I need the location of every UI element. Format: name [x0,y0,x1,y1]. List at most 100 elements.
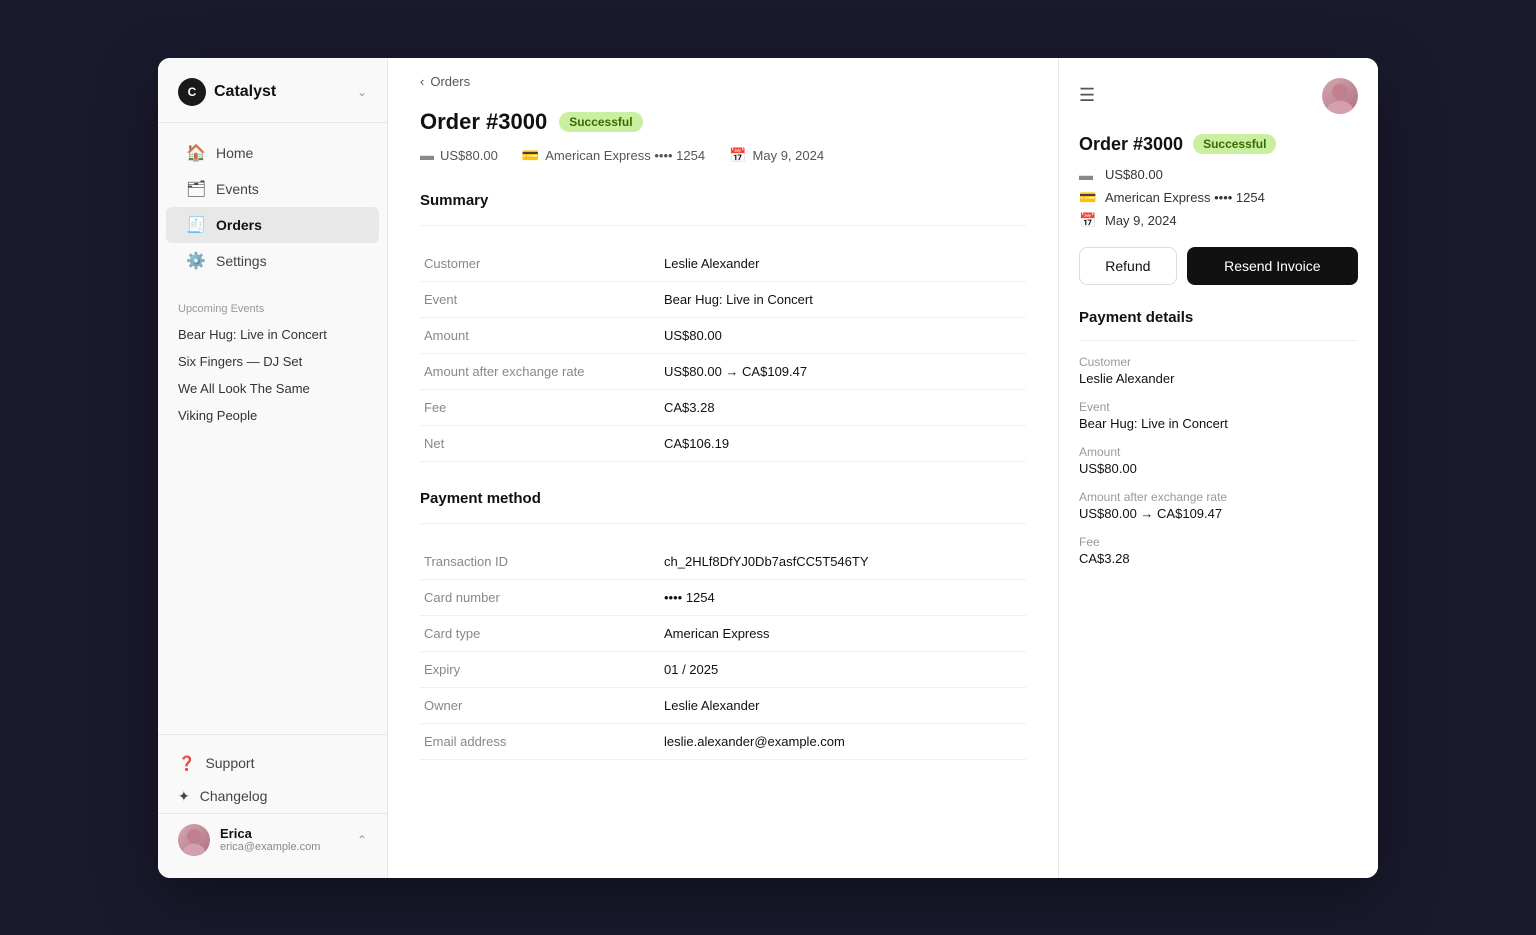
row-label: Card number [420,579,660,615]
settings-icon: ⚙️ [186,251,206,271]
table-row: Card typeAmerican Express [420,615,1026,651]
summary-section-title: Summary [420,192,1026,209]
row-value: CA$3.28 [660,389,1026,425]
row-value: ch_2HLf8DfYJ0Db7asfCC5T546TY [660,544,1026,580]
brand-chevron-icon: ⌄ [357,85,367,99]
panel-meta: ▬ US$80.00 💳 American Express •••• 1254 … [1079,167,1358,229]
panel-card-value: American Express •••• 1254 [1105,190,1265,205]
sidebar-item-label: Settings [216,253,267,269]
panel-detail-value: Bear Hug: Live in Concert [1079,416,1358,431]
table-row: Expiry01 / 2025 [420,651,1026,687]
panel-actions: Refund Resend Invoice [1079,247,1358,285]
user-profile[interactable]: Erica erica@example.com ⌃ [158,813,387,866]
changelog-icon: ✦ [178,788,190,805]
sidebar-item-label: Orders [216,217,262,233]
table-row: Email addressleslie.alexander@example.co… [420,723,1026,759]
row-value: •••• 1254 [660,579,1026,615]
resend-invoice-button[interactable]: Resend Invoice [1187,247,1358,285]
main-nav: 🏠 Home 🗂 Events 🧾 Orders ⚙️ Settings [158,123,387,291]
table-row: EventBear Hug: Live in Concert [420,281,1026,317]
row-value: US$80.00 [660,317,1026,353]
brand-area[interactable]: C Catalyst ⌄ [158,58,387,123]
panel-meta-date: 📅 May 9, 2024 [1079,212,1358,229]
upcoming-event-item[interactable]: Bear Hug: Live in Concert [158,321,387,348]
meta-card: 💳 American Express •••• 1254 [522,147,705,164]
panel-card-icon: 💳 [1079,189,1097,206]
user-chevron-icon: ⌃ [357,833,367,847]
row-label: Transaction ID [420,544,660,580]
panel-date-value: May 9, 2024 [1105,213,1177,228]
panel-order-title: Order #3000 [1079,134,1183,155]
user-email: erica@example.com [220,841,347,853]
sidebar-item-label: Events [216,181,259,197]
row-value: CA$106.19 [660,425,1026,461]
panel-order-header: Order #3000 Successful [1079,134,1358,155]
app-shell: C Catalyst ⌄ 🏠 Home 🗂 Events 🧾 Orders ⚙️… [158,58,1378,878]
panel-meta-amount: ▬ US$80.00 [1079,167,1358,183]
back-arrow-icon[interactable]: ‹ [420,74,424,89]
payment-table: Transaction IDch_2HLf8DfYJ0Db7asfCC5T546… [420,544,1026,760]
payment-section-title: Payment method [420,490,1026,507]
sidebar: C Catalyst ⌄ 🏠 Home 🗂 Events 🧾 Orders ⚙️… [158,58,388,878]
row-value: American Express [660,615,1026,651]
refund-button[interactable]: Refund [1079,247,1177,285]
breadcrumb: ‹ Orders [388,58,1058,89]
table-row: Amount after exchange rateUS$80.00 → CA$… [420,353,1026,389]
main-content: ‹ Orders Order #3000 Successful ▬ US$80.… [388,58,1058,878]
row-value: Leslie Alexander [660,687,1026,723]
order-detail-area: Order #3000 Successful ▬ US$80.00 💳 Amer… [388,89,1058,878]
table-row: OwnerLeslie Alexander [420,687,1026,723]
card-icon: 💳 [522,147,539,164]
order-title: Order #3000 [420,109,547,135]
orders-icon: 🧾 [186,215,206,235]
panel-detail-row: EventBear Hug: Live in Concert [1079,400,1358,431]
sidebar-item-home[interactable]: 🏠 Home [166,135,379,171]
panel-detail-row: CustomerLeslie Alexander [1079,355,1358,386]
row-value: Leslie Alexander [660,246,1026,282]
meta-date-value: May 9, 2024 [753,148,825,163]
sidebar-item-settings[interactable]: ⚙️ Settings [166,243,379,279]
panel-avatar [1322,78,1358,114]
upcoming-event-item[interactable]: Viking People [158,402,387,429]
panel-top-bar: ☰ [1079,78,1358,114]
table-row: Transaction IDch_2HLf8DfYJ0Db7asfCC5T546… [420,544,1026,580]
panel-payment-details: CustomerLeslie Alexander EventBear Hug: L… [1079,355,1358,566]
row-label: Net [420,425,660,461]
meta-amount-value: US$80.00 [440,148,498,163]
menu-icon[interactable]: ☰ [1079,85,1095,106]
panel-amount-icon: ▬ [1079,167,1097,183]
row-label: Amount [420,317,660,353]
meta-card-value: American Express •••• 1254 [545,148,705,163]
events-icon: 🗂 [186,179,206,199]
calendar-icon: 📅 [729,147,746,164]
table-row: NetCA$106.19 [420,425,1026,461]
table-row: AmountUS$80.00 [420,317,1026,353]
upcoming-event-item[interactable]: We All Look The Same [158,375,387,402]
panel-detail-row: Amount after exchange rateUS$80.00 → CA$… [1079,490,1358,521]
home-icon: 🏠 [186,143,206,163]
table-row: FeeCA$3.28 [420,389,1026,425]
amount-icon: ▬ [420,147,434,163]
panel-detail-row: AmountUS$80.00 [1079,445,1358,476]
upcoming-event-item[interactable]: Six Fingers — DJ Set [158,348,387,375]
sidebar-item-orders[interactable]: 🧾 Orders [166,207,379,243]
row-label: Owner [420,687,660,723]
payment-details-title: Payment details [1079,309,1358,326]
row-value: leslie.alexander@example.com [660,723,1026,759]
upcoming-events-section: Upcoming Events Bear Hug: Live in Concer… [158,291,387,429]
sidebar-item-changelog[interactable]: ✦ Changelog [158,780,387,813]
right-panel: ☰ Order #3000 Successful ▬ US$80.00 💳 Am… [1058,58,1378,878]
status-badge: Successful [559,112,642,132]
row-label: Card type [420,615,660,651]
breadcrumb-orders-link[interactable]: Orders [430,74,470,89]
panel-calendar-icon: 📅 [1079,212,1097,229]
sidebar-item-support[interactable]: ❓ Support [158,747,387,780]
support-icon: ❓ [178,755,195,772]
user-name: Erica [220,826,347,841]
panel-detail-value: US$80.00 → CA$109.47 [1079,506,1358,521]
order-meta: ▬ US$80.00 💳 American Express •••• 1254 … [420,147,1026,164]
panel-detail-row: FeeCA$3.28 [1079,535,1358,566]
sidebar-item-events[interactable]: 🗂 Events [166,171,379,207]
panel-detail-label: Customer [1079,355,1358,369]
user-info: Erica erica@example.com [220,826,347,853]
